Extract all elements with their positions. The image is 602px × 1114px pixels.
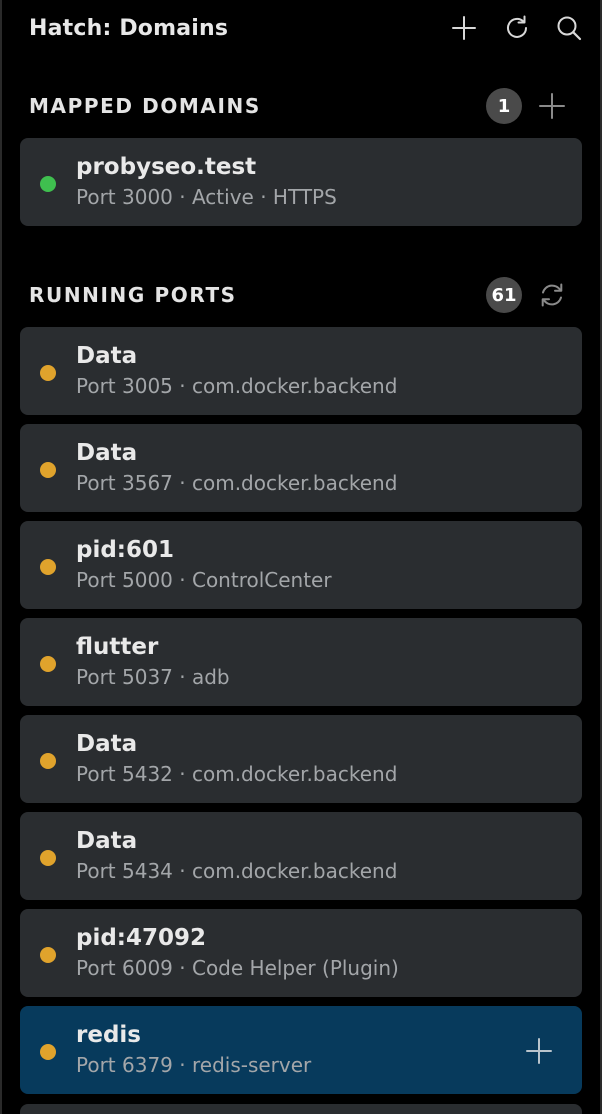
status-dot xyxy=(40,753,56,769)
port-card[interactable]: flutter Port 5037 · adb xyxy=(20,618,582,706)
mapped-count-badge: 1 xyxy=(486,88,522,124)
running-ports-header: RUNNING PORTS 61 xyxy=(2,274,600,314)
map-port-add-icon[interactable] xyxy=(522,1034,556,1068)
status-dot xyxy=(40,462,56,478)
port-process-name: flutter xyxy=(76,634,159,660)
status-dot xyxy=(40,947,56,963)
port-card-selected[interactable]: redis Port 6379 · redis-server xyxy=(20,1006,582,1094)
port-meta: Port 5434 · com.docker.backend xyxy=(76,859,398,883)
domain-meta: Port 3000 · Active · HTTPS xyxy=(76,185,337,209)
search-icon[interactable] xyxy=(553,12,585,44)
port-card[interactable]: Data Port 3567 · com.docker.backend xyxy=(20,424,582,512)
status-dot xyxy=(40,656,56,672)
panel-title: Hatch: Domains xyxy=(29,16,229,41)
panel-header: Hatch: Domains xyxy=(2,0,600,62)
port-meta: Port 6379 · redis-server xyxy=(76,1053,312,1077)
port-card[interactable]: pid:47092 Port 6009 · Code Helper (Plugi… xyxy=(20,909,582,997)
port-card[interactable]: Data Port 5432 · com.docker.backend xyxy=(20,715,582,803)
status-dot xyxy=(40,850,56,866)
port-meta: Port 5000 · ControlCenter xyxy=(76,568,332,592)
status-dot xyxy=(40,559,56,575)
add-domain-icon[interactable] xyxy=(535,89,569,123)
mapped-domains-header: MAPPED DOMAINS 1 xyxy=(2,85,600,125)
port-card[interactable]: Data Port 5434 · com.docker.backend xyxy=(20,812,582,900)
status-dot xyxy=(40,176,56,192)
port-process-name: Data xyxy=(76,440,138,466)
running-ports-label: RUNNING PORTS xyxy=(29,283,237,307)
add-icon[interactable] xyxy=(448,12,480,44)
refresh-icon[interactable] xyxy=(501,12,533,44)
port-process-name: Data xyxy=(76,343,138,369)
running-count-badge: 61 xyxy=(486,277,522,313)
port-card-partial[interactable] xyxy=(20,1104,582,1114)
hatch-domains-panel: Hatch: Domains MAPPED DOMAINS 1 probyseo… xyxy=(0,0,602,1114)
port-meta: Port 3005 · com.docker.backend xyxy=(76,374,398,398)
port-process-name: pid:601 xyxy=(76,537,175,563)
port-meta: Port 5432 · com.docker.backend xyxy=(76,762,398,786)
port-process-name: Data xyxy=(76,828,138,854)
refresh-ports-icon[interactable] xyxy=(535,278,569,312)
mapped-domains-label: MAPPED DOMAINS xyxy=(29,94,261,118)
port-card[interactable]: Data Port 3005 · com.docker.backend xyxy=(20,327,582,415)
port-meta: Port 5037 · adb xyxy=(76,665,230,689)
port-card[interactable]: pid:601 Port 5000 · ControlCenter xyxy=(20,521,582,609)
port-process-name: Data xyxy=(76,731,138,757)
domain-name: probyseo.test xyxy=(76,154,257,180)
status-dot xyxy=(40,365,56,381)
status-dot xyxy=(40,1044,56,1060)
port-process-name: redis xyxy=(76,1022,141,1048)
port-process-name: pid:47092 xyxy=(76,925,207,951)
domain-card[interactable]: probyseo.test Port 3000 · Active · HTTPS xyxy=(20,138,582,226)
port-meta: Port 6009 · Code Helper (Plugin) xyxy=(76,956,399,980)
port-meta: Port 3567 · com.docker.backend xyxy=(76,471,398,495)
